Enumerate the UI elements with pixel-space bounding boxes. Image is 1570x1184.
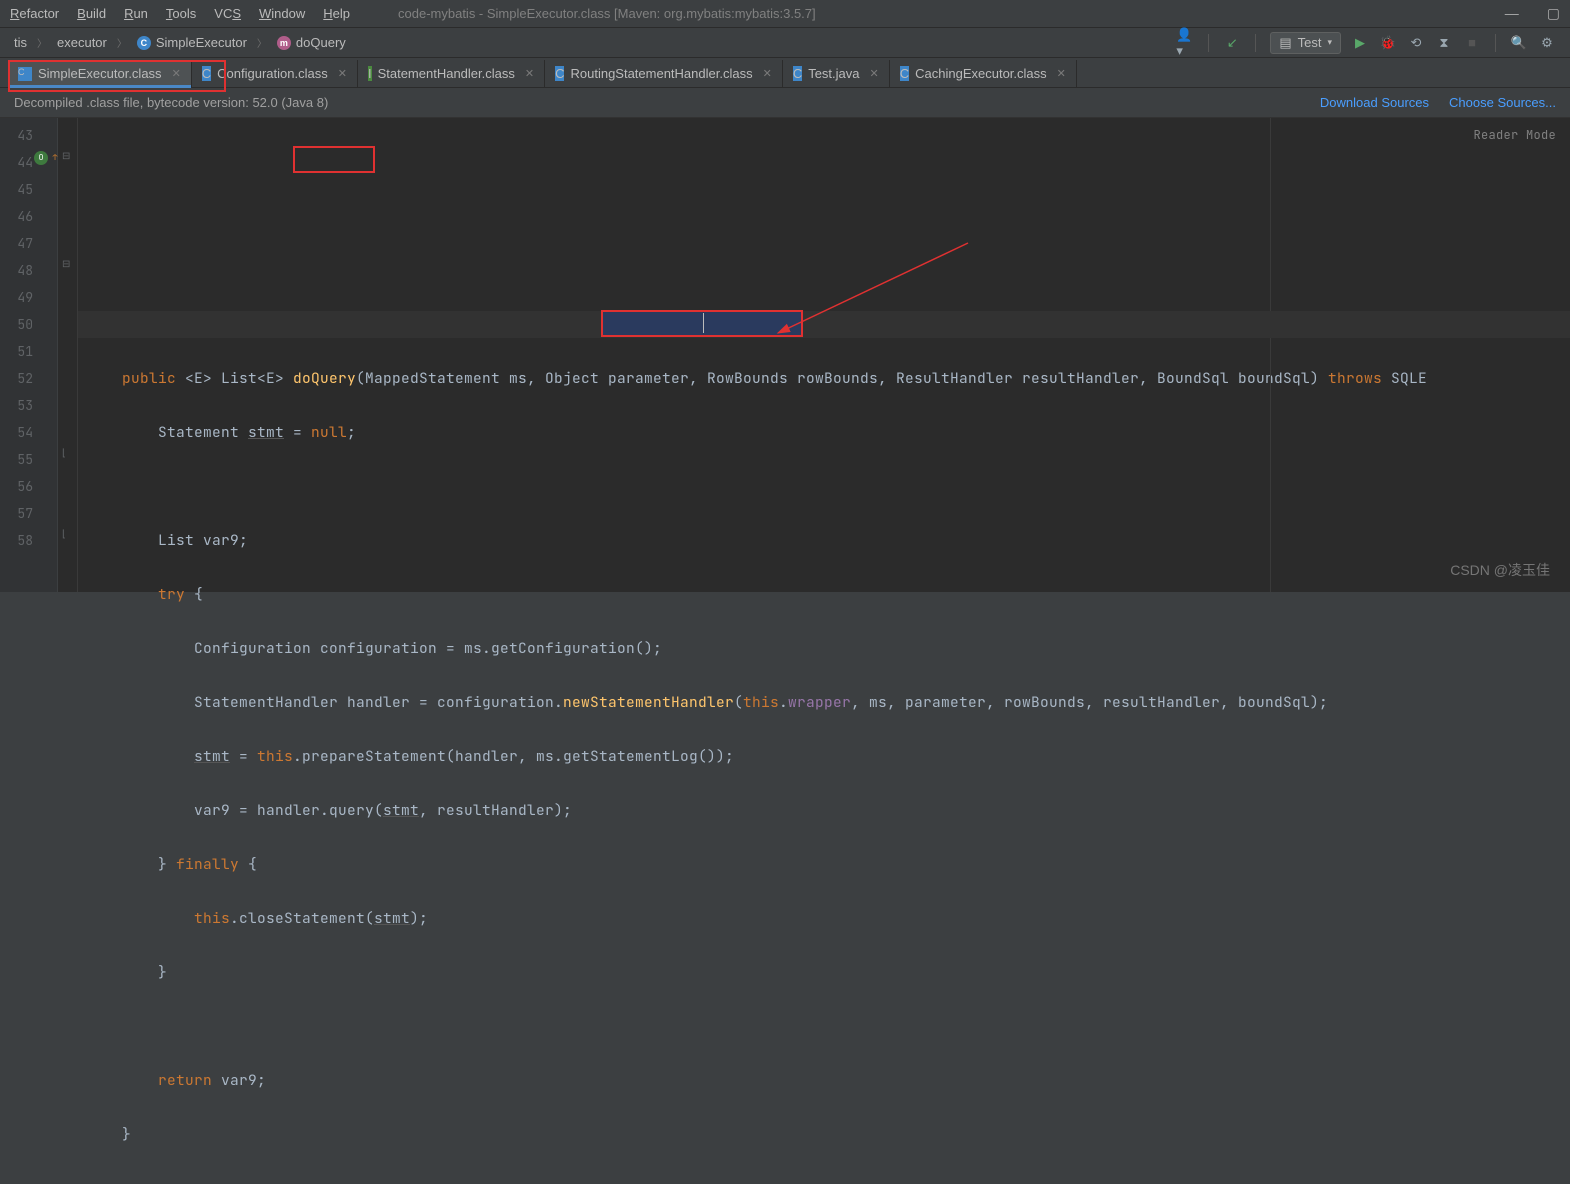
- menu-refactor[interactable]: Refactor: [10, 6, 59, 21]
- crumb-method[interactable]: mdoQuery: [269, 35, 354, 50]
- chevron-icon: 〉: [35, 35, 49, 50]
- menu-help[interactable]: Help: [323, 6, 350, 21]
- fold-icon[interactable]: ⊟: [62, 259, 70, 270]
- line-gutter: 434445464748 495051525354 55565758 O ↑: [0, 118, 58, 592]
- git-sync-icon[interactable]: ↙: [1223, 34, 1241, 52]
- interface-icon: I: [368, 66, 372, 81]
- menu-build[interactable]: Build: [77, 6, 106, 21]
- close-tab-icon[interactable]: ✕: [525, 67, 534, 80]
- config-icon: ▤: [1279, 35, 1291, 51]
- annotation-box-call: [601, 310, 803, 337]
- tab-cachingexec[interactable]: C CachingExecutor.class ✕: [890, 60, 1077, 87]
- choose-sources-link[interactable]: Choose Sources...: [1449, 95, 1556, 110]
- stop-icon[interactable]: ■: [1463, 34, 1481, 52]
- download-sources-link[interactable]: Download Sources: [1320, 95, 1429, 110]
- user-add-icon[interactable]: 👤▾: [1176, 34, 1194, 52]
- close-tab-icon[interactable]: ✕: [338, 67, 347, 80]
- chevron-icon: 〉: [115, 35, 129, 50]
- class-icon: C: [793, 66, 802, 81]
- coverage-icon[interactable]: ⟲: [1407, 34, 1425, 52]
- editor-tabs: C SimpleExecutor.class ✕ C Configuration…: [0, 58, 1570, 88]
- menu-tools[interactable]: Tools: [166, 6, 196, 21]
- menu-bar: Refactor Build Run Tools VCS Window Help…: [0, 0, 1570, 28]
- profile-icon[interactable]: ⧗: [1435, 34, 1453, 52]
- fold-column: ⊟ ⊟ ⌊ ⌊: [58, 118, 78, 592]
- minimize-icon[interactable]: —: [1505, 5, 1519, 22]
- nav-bar: tis 〉 executor 〉 CSimpleExecutor 〉 mdoQu…: [0, 28, 1570, 58]
- watermark: CSDN @凌玉佳: [1450, 560, 1550, 580]
- fold-end-icon: ⌊: [62, 529, 66, 540]
- reader-mode-label[interactable]: Reader Mode: [1473, 122, 1556, 149]
- class-icon: C: [202, 66, 211, 81]
- fold-icon[interactable]: ⊟: [62, 151, 70, 162]
- debug-icon[interactable]: 🐞: [1379, 34, 1397, 52]
- tab-configuration[interactable]: C Configuration.class ✕: [192, 60, 358, 87]
- chevron-down-icon: ▾: [1327, 37, 1332, 48]
- menu-run[interactable]: Run: [124, 6, 148, 21]
- tab-statementhandler[interactable]: I StatementHandler.class ✕: [358, 60, 545, 87]
- more-icon[interactable]: ⚙: [1538, 34, 1556, 52]
- text-caret: [703, 313, 704, 333]
- fold-end-icon: ⌊: [62, 448, 66, 459]
- decompiled-banner: Decompiled .class file, bytecode version…: [0, 88, 1570, 118]
- close-tab-icon[interactable]: ✕: [870, 67, 879, 80]
- class-icon: C: [137, 36, 151, 50]
- class-icon: C: [900, 66, 909, 81]
- code-body[interactable]: Reader Mode public <E> List<E> doQuery(M…: [78, 118, 1570, 592]
- tab-simple-executor[interactable]: C SimpleExecutor.class ✕: [8, 60, 192, 87]
- tab-routingstmt[interactable]: C RoutingStatementHandler.class ✕: [545, 60, 783, 87]
- crumb-class[interactable]: CSimpleExecutor: [129, 35, 255, 50]
- method-icon: m: [277, 36, 291, 50]
- maximize-icon[interactable]: ▢: [1547, 5, 1560, 22]
- menu-window[interactable]: Window: [259, 6, 305, 21]
- annotation-box-method: [293, 146, 375, 173]
- crumb-executor[interactable]: executor: [49, 35, 115, 50]
- close-tab-icon[interactable]: ✕: [763, 67, 772, 80]
- override-gutter-icon[interactable]: O: [34, 151, 48, 165]
- class-icon: C: [555, 66, 564, 81]
- chevron-icon: 〉: [255, 35, 269, 50]
- run-config-select[interactable]: ▤ Test ▾: [1270, 32, 1341, 54]
- code-editor[interactable]: 434445464748 495051525354 55565758 O ↑ ⊟…: [0, 118, 1570, 592]
- close-tab-icon[interactable]: ✕: [172, 67, 181, 80]
- close-tab-icon[interactable]: ✕: [1057, 67, 1066, 80]
- menu-vcs[interactable]: VCS: [214, 6, 241, 21]
- class-icon: C: [18, 67, 32, 81]
- crumb-root[interactable]: tis: [6, 35, 35, 50]
- search-icon[interactable]: 🔍: [1510, 34, 1528, 52]
- window-title: code-mybatis - SimpleExecutor.class [Mav…: [398, 6, 816, 21]
- banner-text: Decompiled .class file, bytecode version…: [14, 95, 328, 110]
- tab-test[interactable]: C Test.java ✕: [783, 60, 890, 87]
- run-icon[interactable]: ▶: [1351, 34, 1369, 52]
